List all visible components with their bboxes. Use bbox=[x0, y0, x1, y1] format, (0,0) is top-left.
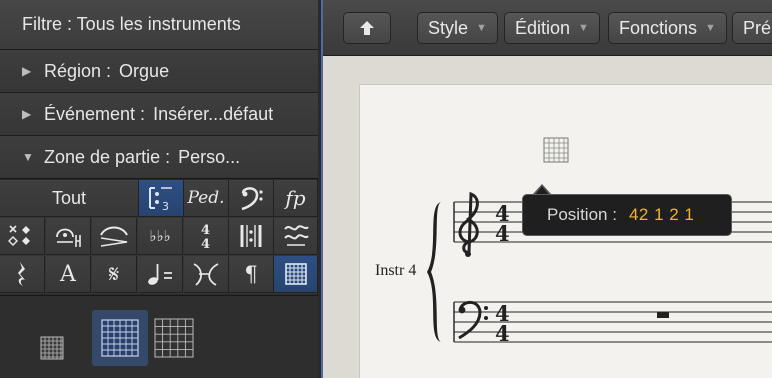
text-icon: A bbox=[60, 261, 76, 287]
palette-key-signature-button[interactable]: ♭♭♭ bbox=[138, 218, 183, 255]
chord-grid-icon bbox=[284, 263, 307, 285]
event-section[interactable]: ▶ Événement : Insérer...défaut bbox=[0, 93, 318, 136]
menu-edition-label: Édition bbox=[515, 17, 571, 38]
pedal-icon: Ped. bbox=[187, 188, 225, 208]
palette-paragraph-button[interactable]: ¶ bbox=[229, 256, 274, 293]
flats-icon: ♭♭♭ bbox=[149, 227, 171, 245]
repeat-barline-icon bbox=[240, 225, 262, 247]
disclosure-triangle-open-icon[interactable]: ▼ bbox=[22, 150, 34, 164]
menu-style-label: Style bbox=[428, 17, 469, 38]
event-value: Insérer...défaut bbox=[153, 103, 274, 124]
large-chord-grid-option[interactable] bbox=[154, 318, 194, 363]
palette-clef-button[interactable] bbox=[229, 180, 274, 217]
instrument-name[interactable]: Instr 4 bbox=[375, 262, 416, 279]
chord-grid-symbol[interactable] bbox=[543, 137, 569, 163]
bass-time-sig-bottom: 4 bbox=[495, 321, 510, 346]
fermata-icon bbox=[56, 228, 81, 247]
palette-segno-button[interactable]: 𝄋 bbox=[92, 256, 137, 293]
palette-rest-button[interactable] bbox=[0, 256, 45, 293]
small-chord-grid-icon bbox=[40, 336, 64, 360]
arrow-up-icon bbox=[360, 21, 374, 35]
up-level-button[interactable] bbox=[343, 12, 391, 44]
region-label: Région : bbox=[44, 60, 112, 81]
palette-noteheads-button[interactable] bbox=[0, 218, 45, 255]
small-chord-grid-option[interactable] bbox=[40, 336, 64, 365]
palette-dynamics-button[interactable]: fp bbox=[274, 180, 318, 217]
treble-time-sig-bottom: 4 bbox=[495, 221, 510, 246]
palette-barline-button[interactable] bbox=[229, 218, 274, 255]
quarter-rest-icon bbox=[18, 262, 25, 286]
filter-header[interactable]: Filtre : Tous les instruments bbox=[0, 0, 318, 50]
svg-text:4: 4 bbox=[201, 223, 210, 238]
dynamics-icon: fp bbox=[285, 186, 306, 210]
palette-articulation-button[interactable] bbox=[46, 218, 91, 255]
bass-clef-icon bbox=[458, 300, 488, 340]
palette-chord-grid-button[interactable] bbox=[274, 256, 318, 293]
chevron-down-icon: ▼ bbox=[578, 22, 589, 34]
medium-chord-grid-icon bbox=[101, 319, 139, 357]
palette-slur-button[interactable] bbox=[92, 218, 137, 255]
menu-presentation-label: Pré bbox=[743, 17, 772, 38]
palette-tuplet-button[interactable]: 3 bbox=[139, 180, 184, 217]
time-signature-icon: 4 4 bbox=[201, 223, 210, 251]
part-box-label: Zone de partie : bbox=[44, 146, 171, 167]
position-label: Position : bbox=[547, 205, 617, 224]
medium-chord-grid-option[interactable] bbox=[92, 310, 148, 366]
palette-pedal-button[interactable]: Ped. bbox=[184, 180, 229, 217]
chevron-down-icon: ▼ bbox=[476, 22, 487, 34]
palette-lines-button[interactable] bbox=[184, 256, 229, 293]
bass-clef-icon bbox=[241, 187, 263, 211]
palette-tempo-button[interactable] bbox=[138, 256, 183, 293]
crossing-lines-icon bbox=[193, 263, 219, 286]
palette-all-button[interactable]: Tout bbox=[0, 180, 139, 217]
region-value: Orgue bbox=[119, 60, 170, 81]
event-label: Événement : bbox=[44, 103, 146, 124]
position-tooltip: Position : 42 1 2 1 bbox=[522, 194, 732, 236]
treble-clef-icon bbox=[458, 191, 479, 257]
palette-ornament-button[interactable] bbox=[274, 218, 318, 255]
disclosure-triangle-icon[interactable]: ▶ bbox=[22, 107, 34, 121]
menu-style[interactable]: Style ▼ bbox=[417, 12, 498, 44]
position-value: 42 1 2 1 bbox=[628, 205, 695, 224]
tuplet-icon: 3 bbox=[149, 187, 172, 212]
part-box-palette: Tout 3 Ped. fp ♭♭♭ 4 4 A 𝄋 ¶ bbox=[0, 180, 318, 294]
menu-fonctions-label: Fonctions bbox=[619, 17, 698, 38]
paragraph-icon: ¶ bbox=[244, 262, 258, 286]
brace bbox=[427, 202, 441, 342]
menu-edition[interactable]: Édition ▼ bbox=[504, 12, 600, 44]
inspector-panel: Filtre : Tous les instruments ▶ Région :… bbox=[0, 0, 318, 378]
noteheads-icon bbox=[8, 225, 30, 246]
chevron-down-icon: ▼ bbox=[705, 22, 716, 34]
segno-icon: 𝄋 bbox=[108, 260, 120, 288]
region-section[interactable]: ▶ Région : Orgue bbox=[0, 50, 318, 93]
whole-rest[interactable] bbox=[657, 312, 669, 318]
chord-grid-chooser bbox=[0, 295, 318, 378]
menu-fonctions[interactable]: Fonctions ▼ bbox=[608, 12, 727, 44]
slur-icon bbox=[100, 226, 128, 247]
svg-text:3: 3 bbox=[162, 200, 169, 212]
part-box-value: Perso... bbox=[178, 146, 241, 167]
part-box-section[interactable]: ▼ Zone de partie : Perso... bbox=[0, 136, 318, 179]
palette-all-label: Tout bbox=[51, 187, 87, 208]
svg-text:4: 4 bbox=[201, 237, 210, 251]
menu-presentation[interactable]: Pré bbox=[732, 12, 772, 44]
palette-text-button[interactable]: A bbox=[46, 256, 91, 293]
ornament-icon bbox=[283, 225, 309, 246]
filter-label: Filtre : Tous les instruments bbox=[22, 14, 241, 34]
tempo-icon bbox=[148, 264, 172, 285]
large-chord-grid-icon bbox=[154, 318, 194, 358]
disclosure-triangle-icon[interactable]: ▶ bbox=[22, 64, 34, 78]
palette-time-signature-button[interactable]: 4 4 bbox=[184, 218, 229, 255]
score-toolbar: Style ▼ Édition ▼ Fonctions ▼ Pré bbox=[323, 0, 772, 56]
